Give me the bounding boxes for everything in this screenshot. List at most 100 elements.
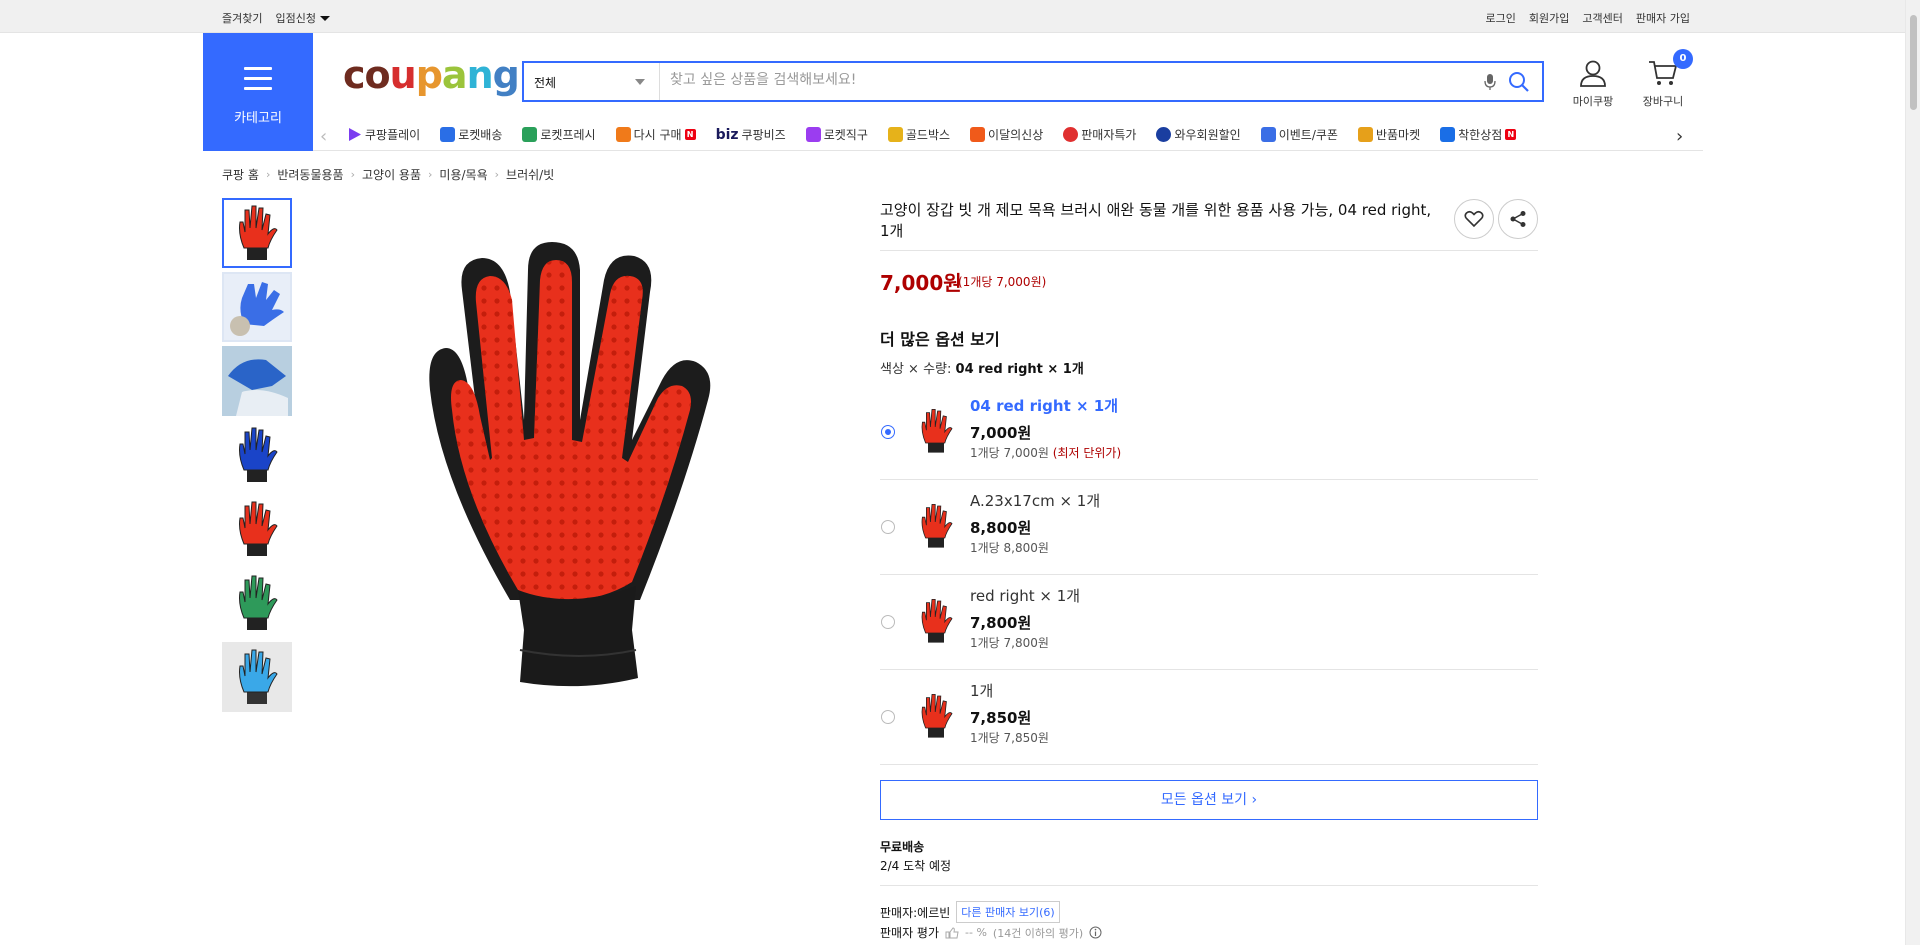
thumbs-up-icon [945,926,959,938]
search-icon[interactable] [1508,71,1530,97]
option-row[interactable]: 1개 7,850원 1개당 7,850원 [880,670,1538,765]
rocket-fresh-icon [522,127,538,142]
share-button[interactable] [1498,199,1538,239]
wishlist-button[interactable] [1454,199,1494,239]
shortcut-label: 반품마켓 [1375,128,1421,142]
shortcut-label: 와우회원할인 [1174,128,1241,142]
view-all-options-button[interactable]: 모든 옵션 보기 › [880,780,1538,820]
option-price: 7,850원 [970,709,1032,727]
free-shipping-label: 무료배송 [880,840,925,854]
login-link[interactable]: 로그인 [1486,10,1516,26]
other-sellers-link[interactable]: 다른 판매자 보기(6) [956,901,1060,923]
search-input[interactable] [670,72,1450,88]
seller-signup-link[interactable]: 판매자 가입 [1636,10,1690,26]
breadcrumb-cat-supplies[interactable]: 고양이 용품 [362,166,421,183]
logo-letter: a [441,53,468,97]
shortcut-label: 로켓배송 [458,128,503,142]
thumbnail-red-glove-2[interactable] [222,494,292,564]
seller-rating-label: 판매자 평가 [880,926,940,940]
bookmark-link[interactable]: 즐겨찾기 [222,10,262,26]
chevron-right-icon[interactable]: › [1676,126,1683,147]
thumbnail-green-glove[interactable] [222,568,292,638]
option-unit-price: 1개당 7,850원 [970,731,1049,745]
option-radio[interactable] [881,710,895,724]
shortcut-rebuy[interactable]: 다시 구매 N [615,126,696,143]
shortcut-wow-discount[interactable]: 와우회원할인 [1156,126,1241,143]
option-price: 7,000원 [970,424,1032,442]
shortcut-nav: ‹ 쿠팡플레이 로켓배송 로켓프레시 다시 구매 N biz 쿠팡비즈 로켓직구 골… [313,121,1703,151]
shortcut-goldbox[interactable]: 골드박스 [887,126,950,143]
arrival-date: 2/4 도착 예정 [880,859,952,873]
breadcrumb-pet-supplies[interactable]: 반려동물용품 [277,166,343,183]
shortcut-new-arrivals[interactable]: 이달의신상 [970,126,1043,143]
shortcut-label: 쿠팡비즈 [741,128,786,142]
shortcut-return-market[interactable]: 반품마켓 [1357,126,1421,143]
thumbnail-lightblue-glove[interactable] [222,642,292,712]
new-badge: N [1505,129,1517,140]
category-menu-button[interactable]: 카테고리 [203,33,313,151]
microphone-icon[interactable] [1484,73,1496,95]
shortcut-rocket-global[interactable]: 로켓직구 [805,126,868,143]
main-product-image[interactable] [400,230,780,700]
shortcut-coupang-play[interactable]: 쿠팡플레이 [347,126,420,143]
shortcut-rocket-delivery[interactable]: 로켓배송 [440,126,502,143]
play-icon [349,128,361,141]
seller-rating-value: -- % [965,926,987,939]
scrollbar-thumb[interactable] [1910,15,1917,110]
thumbnail-blue-glove-dog[interactable] [222,346,292,416]
option-radio[interactable] [881,425,895,439]
shortcut-rocket-fresh[interactable]: 로켓프레시 [522,126,596,143]
option-row[interactable]: red right × 1개 7,800원 1개당 7,800원 [880,575,1538,670]
customer-center-link[interactable]: 고객센터 [1582,10,1622,26]
shortcut-label: 착한상점 [1458,128,1503,142]
cart-button[interactable]: 장바구니 0 [1633,49,1693,109]
thumbnail-blue-glove-cat[interactable] [222,272,292,342]
search-bar: 전체 [522,61,1544,102]
person-icon [1580,60,1606,87]
option-name: 04 red right × 1개 [970,397,1119,415]
breadcrumb-home[interactable]: 쿠팡 홈 [222,166,259,183]
discount-icon [1063,127,1079,142]
signup-link[interactable]: 회원가입 [1529,10,1569,26]
search-category-select[interactable]: 전체 [524,63,660,100]
option-radio[interactable] [881,520,895,534]
cart-count-badge: 0 [1673,49,1693,69]
lowest-unit-price-tag: (최저 단위가) [1052,446,1122,460]
info-icon[interactable] [1089,926,1102,939]
shortcut-seller-deals[interactable]: 판매자특가 [1063,126,1136,143]
wow-icon [1156,127,1172,142]
share-icon [1510,211,1526,227]
apply-store-menu[interactable]: 입점신청 [275,10,330,26]
seller-name-value: 에르빈 [917,905,951,920]
seller-name: 판매자:에르빈 [880,904,950,921]
rebuy-icon [615,127,631,142]
thumbnail-list [222,198,294,716]
mycoupang-button[interactable]: 마이쿠팡 [1563,58,1623,109]
hamburger-icon [244,67,272,97]
new-badge: N [684,129,696,140]
thumbnail-navy-glove[interactable] [222,420,292,490]
page-scrollbar[interactable] [1905,0,1920,945]
breadcrumb-brush[interactable]: 브러쉬/빗 [506,166,554,183]
chevron-left-icon[interactable]: ‹ [320,126,327,147]
chevron-down-icon [319,16,330,21]
mycoupang-label: 마이쿠팡 [1572,95,1614,108]
option-row[interactable]: 04 red right × 1개 7,000원 1개당 7,000원 (최저 … [880,385,1538,480]
shortcut-events-coupons[interactable]: 이벤트/쿠폰 [1260,126,1338,143]
option-radio[interactable] [881,615,895,629]
selected-option-label: 색상 × 수량: [880,362,952,377]
rocket-icon [440,127,456,142]
shortcut-coupang-biz[interactable]: biz 쿠팡비즈 [716,126,786,143]
coupang-logo[interactable]: coupang [343,53,520,97]
search-category-value: 전체 [534,76,557,90]
thumbnail-red-glove[interactable] [222,198,292,268]
seller-rating: 판매자 평가 -- % (14건 이하의 평가) [880,924,1102,941]
shortcut-good-store[interactable]: 착한상점 N [1440,126,1517,143]
logo-letter: o [364,53,391,97]
breadcrumb-grooming[interactable]: 미용/목욕 [439,166,487,183]
option-thumbnail [921,599,953,643]
category-label: 카테고리 [234,111,282,126]
option-price: 8,800원 [970,519,1032,537]
option-name: A.23x17cm × 1개 [970,492,1101,510]
option-row[interactable]: A.23x17cm × 1개 8,800원 1개당 8,800원 [880,480,1538,575]
